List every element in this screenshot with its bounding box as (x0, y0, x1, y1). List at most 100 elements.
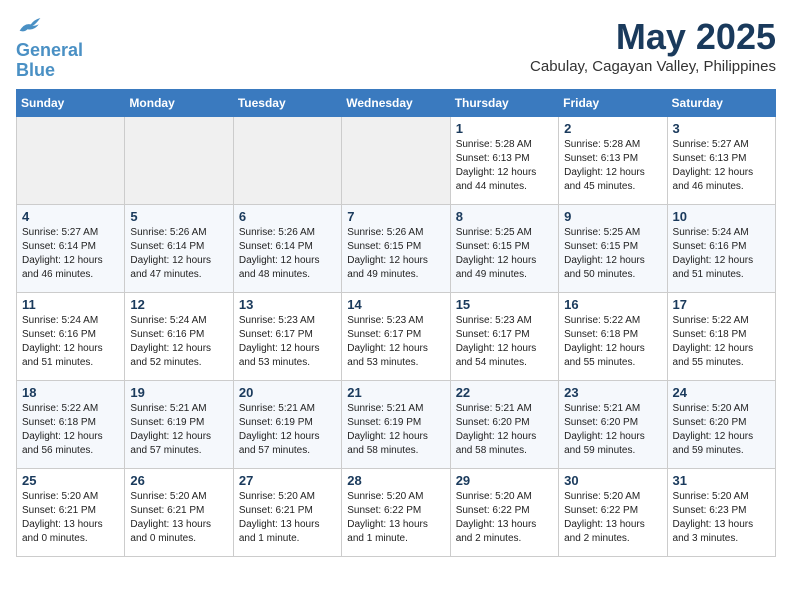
calendar-week-row: 4 Sunrise: 5:27 AM Sunset: 6:14 PM Daylig… (17, 204, 776, 292)
day-info: Sunrise: 5:28 AM Sunset: 6:13 PM Dayligh… (456, 138, 553, 194)
calendar-cell: 15Sunrise: 5:23 AM Sunset: 6:17 PM Dayli… (450, 292, 558, 380)
calendar-cell (233, 116, 341, 204)
calendar-cell (17, 116, 125, 204)
day-number: 4 (22, 209, 119, 224)
day-number: 9 (564, 209, 661, 224)
day-info: Sunrise: 5:20 AM Sunset: 6:21 PM Dayligh… (130, 490, 227, 546)
calendar-cell: 21 Sunrise: 5:21 AM Sunset: 6:19 PM Dayli… (342, 380, 450, 468)
column-header-wednesday: Wednesday (342, 89, 450, 116)
day-info: Sunrise: 5:24 AM Sunset: 6:16 PM Dayligh… (130, 314, 227, 370)
day-info: Sunrise: 5:22 AM Sunset: 6:18 PM Dayligh… (22, 402, 119, 458)
day-info: Sunrise: 5:23 AM Sunset: 6:17 PM Dayligh… (239, 314, 336, 370)
calendar-cell: 27 Sunrise: 5:20 AM Sunset: 6:21 PM Dayli… (233, 468, 341, 556)
day-info: Sunrise: 5:26 AM Sunset: 6:14 PM Dayligh… (239, 226, 336, 282)
calendar-cell: 23 Sunrise: 5:21 AM Sunset: 6:20 PM Dayli… (559, 380, 667, 468)
calendar-cell: 9Sunrise: 5:25 AM Sunset: 6:15 PM Daylig… (559, 204, 667, 292)
column-header-sunday: Sunday (17, 89, 125, 116)
day-number: 26 (130, 473, 227, 488)
calendar-cell: 31 Sunrise: 5:20 AM Sunset: 6:23 PM Dayli… (667, 468, 775, 556)
day-info: Sunrise: 5:24 AM Sunset: 6:16 PM Dayligh… (673, 226, 770, 282)
day-number: 10 (673, 209, 770, 224)
day-info: Sunrise: 5:20 AM Sunset: 6:23 PM Dayligh… (673, 490, 770, 546)
day-info: Sunrise: 5:28 AM Sunset: 6:13 PM Dayligh… (564, 138, 661, 194)
title-block: May 2025 Cabulay, Cagayan Valley, Philip… (530, 16, 776, 75)
day-number: 6 (239, 209, 336, 224)
calendar-cell: 10 Sunrise: 5:24 AM Sunset: 6:16 PM Dayli… (667, 204, 775, 292)
calendar-table: SundayMondayTuesdayWednesdayThursdayFrid… (16, 89, 776, 557)
column-header-saturday: Saturday (667, 89, 775, 116)
day-info: Sunrise: 5:20 AM Sunset: 6:21 PM Dayligh… (22, 490, 119, 546)
calendar-cell: 26 Sunrise: 5:20 AM Sunset: 6:21 PM Dayli… (125, 468, 233, 556)
calendar-cell (342, 116, 450, 204)
day-number: 22 (456, 385, 553, 400)
day-info: Sunrise: 5:27 AM Sunset: 6:13 PM Dayligh… (673, 138, 770, 194)
calendar-cell: 25Sunrise: 5:20 AM Sunset: 6:21 PM Dayli… (17, 468, 125, 556)
calendar-cell: 18 Sunrise: 5:22 AM Sunset: 6:18 PM Dayli… (17, 380, 125, 468)
calendar-cell: 8Sunrise: 5:25 AM Sunset: 6:15 PM Daylig… (450, 204, 558, 292)
day-number: 30 (564, 473, 661, 488)
day-number: 2 (564, 121, 661, 136)
month-title: May 2025 (530, 16, 776, 58)
day-info: Sunrise: 5:24 AM Sunset: 6:16 PM Dayligh… (22, 314, 119, 370)
calendar-cell: 22 Sunrise: 5:21 AM Sunset: 6:20 PM Dayli… (450, 380, 558, 468)
calendar-cell: 16Sunrise: 5:22 AM Sunset: 6:18 PM Dayli… (559, 292, 667, 380)
calendar-cell: 28 Sunrise: 5:20 AM Sunset: 6:22 PM Dayli… (342, 468, 450, 556)
day-number: 18 (22, 385, 119, 400)
day-number: 27 (239, 473, 336, 488)
day-number: 24 (673, 385, 770, 400)
column-header-monday: Monday (125, 89, 233, 116)
day-info: Sunrise: 5:20 AM Sunset: 6:22 PM Dayligh… (564, 490, 661, 546)
calendar-cell: 24 Sunrise: 5:20 AM Sunset: 6:20 PM Dayli… (667, 380, 775, 468)
calendar-header-row: SundayMondayTuesdayWednesdayThursdayFrid… (17, 89, 776, 116)
day-number: 8 (456, 209, 553, 224)
day-number: 12 (130, 297, 227, 312)
calendar-cell: 1 Sunrise: 5:28 AM Sunset: 6:13 PM Daylig… (450, 116, 558, 204)
calendar-cell: 20Sunrise: 5:21 AM Sunset: 6:19 PM Dayli… (233, 380, 341, 468)
calendar-cell: 5 Sunrise: 5:26 AM Sunset: 6:14 PM Daylig… (125, 204, 233, 292)
location-subtitle: Cabulay, Cagayan Valley, Philippines (530, 58, 776, 75)
calendar-cell: 11 Sunrise: 5:24 AM Sunset: 6:16 PM Dayli… (17, 292, 125, 380)
day-info: Sunrise: 5:22 AM Sunset: 6:18 PM Dayligh… (564, 314, 661, 370)
calendar-cell: 6 Sunrise: 5:26 AM Sunset: 6:14 PM Daylig… (233, 204, 341, 292)
day-info: Sunrise: 5:22 AM Sunset: 6:18 PM Dayligh… (673, 314, 770, 370)
column-header-thursday: Thursday (450, 89, 558, 116)
day-number: 28 (347, 473, 444, 488)
calendar-cell: 3 Sunrise: 5:27 AM Sunset: 6:13 PM Daylig… (667, 116, 775, 204)
day-info: Sunrise: 5:21 AM Sunset: 6:19 PM Dayligh… (347, 402, 444, 458)
calendar-cell (125, 116, 233, 204)
day-info: Sunrise: 5:26 AM Sunset: 6:14 PM Dayligh… (130, 226, 227, 282)
column-header-tuesday: Tuesday (233, 89, 341, 116)
calendar-cell: 13Sunrise: 5:23 AM Sunset: 6:17 PM Dayli… (233, 292, 341, 380)
calendar-cell: 14 Sunrise: 5:23 AM Sunset: 6:17 PM Dayli… (342, 292, 450, 380)
day-info: Sunrise: 5:23 AM Sunset: 6:17 PM Dayligh… (347, 314, 444, 370)
calendar-cell: 4 Sunrise: 5:27 AM Sunset: 6:14 PM Daylig… (17, 204, 125, 292)
day-number: 31 (673, 473, 770, 488)
day-info: Sunrise: 5:20 AM Sunset: 6:20 PM Dayligh… (673, 402, 770, 458)
calendar-cell: 19Sunrise: 5:21 AM Sunset: 6:19 PM Dayli… (125, 380, 233, 468)
day-number: 17 (673, 297, 770, 312)
day-number: 21 (347, 385, 444, 400)
day-info: Sunrise: 5:21 AM Sunset: 6:19 PM Dayligh… (130, 402, 227, 458)
page-header: General Blue May 2025 Cabulay, Cagayan V… (16, 16, 776, 81)
logo: General Blue (16, 16, 83, 81)
calendar-cell: 7Sunrise: 5:26 AM Sunset: 6:15 PM Daylig… (342, 204, 450, 292)
day-number: 15 (456, 297, 553, 312)
day-info: Sunrise: 5:20 AM Sunset: 6:22 PM Dayligh… (347, 490, 444, 546)
day-number: 7 (347, 209, 444, 224)
day-info: Sunrise: 5:21 AM Sunset: 6:20 PM Dayligh… (456, 402, 553, 458)
calendar-week-row: 25Sunrise: 5:20 AM Sunset: 6:21 PM Dayli… (17, 468, 776, 556)
day-number: 11 (22, 297, 119, 312)
calendar-week-row: 11 Sunrise: 5:24 AM Sunset: 6:16 PM Dayli… (17, 292, 776, 380)
day-number: 5 (130, 209, 227, 224)
day-number: 3 (673, 121, 770, 136)
day-number: 23 (564, 385, 661, 400)
day-number: 14 (347, 297, 444, 312)
column-header-friday: Friday (559, 89, 667, 116)
calendar-cell: 2 Sunrise: 5:28 AM Sunset: 6:13 PM Daylig… (559, 116, 667, 204)
day-info: Sunrise: 5:21 AM Sunset: 6:20 PM Dayligh… (564, 402, 661, 458)
calendar-cell: 12 Sunrise: 5:24 AM Sunset: 6:16 PM Dayli… (125, 292, 233, 380)
day-info: Sunrise: 5:20 AM Sunset: 6:21 PM Dayligh… (239, 490, 336, 546)
logo-bird-icon (18, 16, 42, 36)
day-number: 1 (456, 121, 553, 136)
day-info: Sunrise: 5:27 AM Sunset: 6:14 PM Dayligh… (22, 226, 119, 282)
